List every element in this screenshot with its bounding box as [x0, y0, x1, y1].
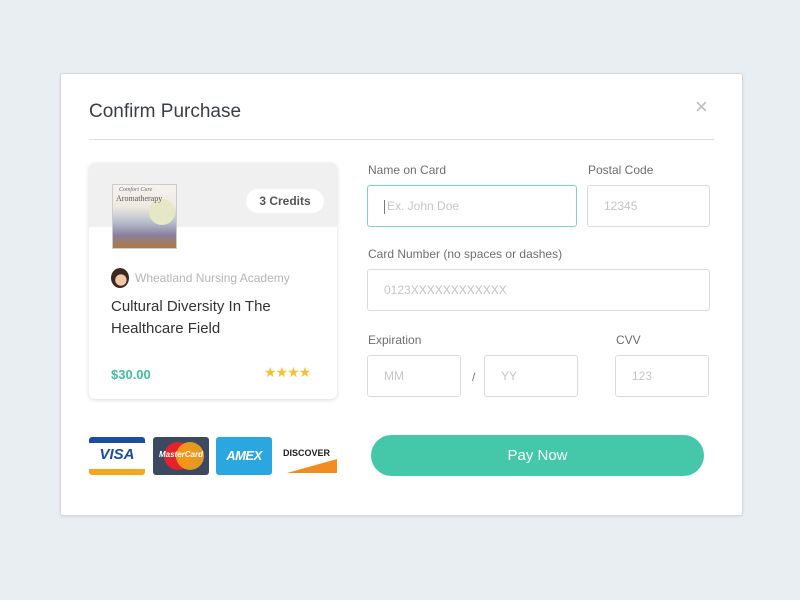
confirm-purchase-modal: Confirm Purchase × Comfort Care Aromathe… — [60, 73, 743, 516]
author-name: Wheatland Nursing Academy — [135, 271, 290, 285]
amex-logo: AMEX — [216, 437, 272, 475]
name-on-card-input[interactable]: Ex. John Doe — [367, 185, 577, 227]
pay-now-button[interactable]: Pay Now — [371, 435, 704, 476]
name-placeholder: Ex. John Doe — [387, 199, 460, 213]
course-title: Cultural Diversity In The Healthcare Fie… — [111, 298, 271, 337]
product-card: Comfort Care Aromatherapy 3 Credits Whea… — [89, 163, 337, 399]
cvv-input[interactable]: 123 — [615, 355, 709, 397]
modal-title: Confirm Purchase — [89, 101, 242, 122]
visa-logo: VISA — [89, 437, 145, 475]
discover-text: DISCOVER — [283, 448, 331, 458]
amex-text: AMEX — [226, 448, 262, 463]
discover-logo: DISCOVER — [281, 437, 337, 475]
close-icon[interactable]: × — [695, 96, 708, 118]
author: Wheatland Nursing Academy — [111, 268, 290, 288]
discover-swoosh — [287, 459, 337, 473]
name-on-card-label: Name on Card — [368, 163, 447, 177]
postal-code-label: Postal Code — [588, 163, 654, 177]
postal-code-input[interactable]: 12345 — [587, 185, 710, 227]
visa-band-bottom — [89, 469, 145, 475]
product-thumbnail: Comfort Care Aromatherapy — [112, 184, 177, 249]
expiration-year-input[interactable]: YY — [484, 355, 578, 397]
card-number-input[interactable]: 0123XXXXXXXXXXXX — [367, 269, 710, 311]
cvv-label: CVV — [616, 333, 641, 347]
card-number-label: Card Number (no spaces or dashes) — [368, 247, 563, 261]
mastercard-logo: MasterCard — [153, 437, 209, 475]
expiration-month-input[interactable]: MM — [367, 355, 461, 397]
avatar — [111, 268, 129, 288]
thumbnail-text-1: Comfort Care — [119, 187, 153, 193]
text-caret — [384, 199, 385, 214]
thumbnail-text-2: Aromatherapy — [116, 194, 163, 203]
credits-badge: 3 Credits — [246, 189, 324, 213]
visa-text: VISA — [99, 446, 135, 463]
product-card-header: Comfort Care Aromatherapy 3 Credits — [89, 163, 337, 249]
price: $30.00 — [111, 367, 151, 382]
rating-stars-icon: ★★★★ — [264, 364, 311, 380]
expiration-label: Expiration — [368, 333, 422, 347]
expiration-separator: / — [472, 370, 476, 384]
mastercard-text: MasterCard — [158, 450, 203, 459]
divider — [89, 139, 714, 140]
visa-band-top — [89, 437, 145, 443]
